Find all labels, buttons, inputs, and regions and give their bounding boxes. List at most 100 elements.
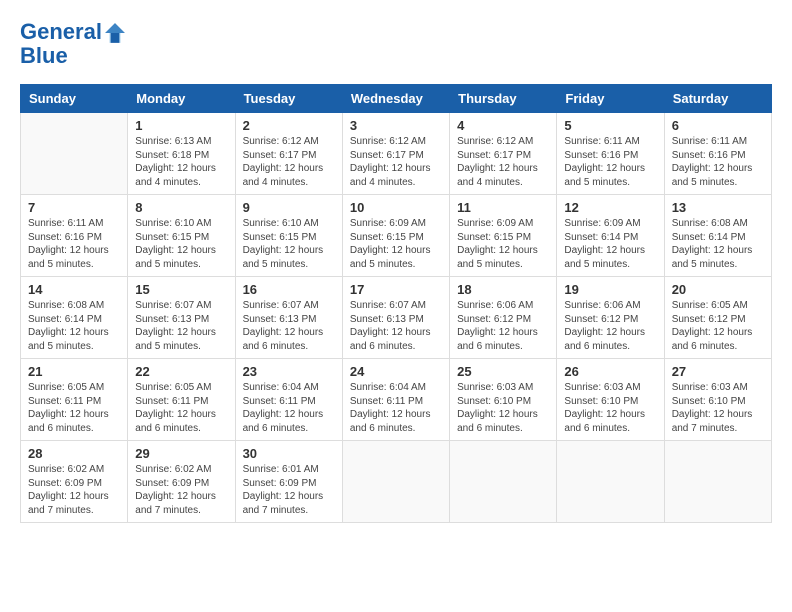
calendar-cell: 3 Sunrise: 6:12 AM Sunset: 6:17 PM Daylig…: [342, 113, 449, 195]
day-info: Sunrise: 6:05 AM Sunset: 6:11 PM Dayligh…: [135, 381, 227, 435]
day-number: 30: [243, 446, 335, 461]
day-info: Sunrise: 6:02 AM Sunset: 6:09 PM Dayligh…: [28, 463, 120, 517]
calendar-week-3: 14 Sunrise: 6:08 AM Sunset: 6:14 PM Dayli…: [21, 277, 772, 359]
day-info: Sunrise: 6:01 AM Sunset: 6:09 PM Dayligh…: [243, 463, 335, 517]
day-number: 28: [28, 446, 120, 461]
day-info: Sunrise: 6:09 AM Sunset: 6:15 PM Dayligh…: [350, 217, 442, 271]
day-info: Sunrise: 6:05 AM Sunset: 6:12 PM Dayligh…: [672, 299, 764, 353]
calendar-cell: 7 Sunrise: 6:11 AM Sunset: 6:16 PM Daylig…: [21, 195, 128, 277]
day-info: Sunrise: 6:03 AM Sunset: 6:10 PM Dayligh…: [564, 381, 656, 435]
calendar-cell: [450, 441, 557, 523]
calendar-cell: 26 Sunrise: 6:03 AM Sunset: 6:10 PM Dayli…: [557, 359, 664, 441]
calendar-cell: [664, 441, 771, 523]
calendar-cell: 9 Sunrise: 6:10 AM Sunset: 6:15 PM Daylig…: [235, 195, 342, 277]
calendar-cell: [557, 441, 664, 523]
day-header-sunday: Sunday: [21, 85, 128, 113]
day-number: 10: [350, 200, 442, 215]
calendar-cell: 4 Sunrise: 6:12 AM Sunset: 6:17 PM Daylig…: [450, 113, 557, 195]
calendar-cell: 30 Sunrise: 6:01 AM Sunset: 6:09 PM Dayli…: [235, 441, 342, 523]
calendar-cell: 23 Sunrise: 6:04 AM Sunset: 6:11 PM Dayli…: [235, 359, 342, 441]
day-info: Sunrise: 6:04 AM Sunset: 6:11 PM Dayligh…: [350, 381, 442, 435]
day-number: 16: [243, 282, 335, 297]
day-number: 9: [243, 200, 335, 215]
day-number: 11: [457, 200, 549, 215]
calendar-week-5: 28 Sunrise: 6:02 AM Sunset: 6:09 PM Dayli…: [21, 441, 772, 523]
day-header-saturday: Saturday: [664, 85, 771, 113]
calendar-cell: 19Sunrise: 6:06 AM Sunset: 6:12 PM Dayli…: [557, 277, 664, 359]
day-number: 25: [457, 364, 549, 379]
calendar-cell: 14 Sunrise: 6:08 AM Sunset: 6:14 PM Dayli…: [21, 277, 128, 359]
day-info: Sunrise: 6:10 AM Sunset: 6:15 PM Dayligh…: [135, 217, 227, 271]
day-info: Sunrise: 6:11 AM Sunset: 6:16 PM Dayligh…: [28, 217, 120, 271]
day-info: Sunrise: 6:07 AM Sunset: 6:13 PM Dayligh…: [135, 299, 227, 353]
day-info: Sunrise: 6:07 AM Sunset: 6:13 PM Dayligh…: [350, 299, 442, 353]
calendar-cell: 10 Sunrise: 6:09 AM Sunset: 6:15 PM Dayli…: [342, 195, 449, 277]
calendar-cell: 8 Sunrise: 6:10 AM Sunset: 6:15 PM Daylig…: [128, 195, 235, 277]
day-number: 24: [350, 364, 442, 379]
day-info: Sunrise: 6:10 AM Sunset: 6:15 PM Dayligh…: [243, 217, 335, 271]
calendar-cell: 21 Sunrise: 6:05 AM Sunset: 6:11 PM Dayli…: [21, 359, 128, 441]
logo: GeneralBlue: [20, 20, 126, 68]
day-info: Sunrise: 6:09 AM Sunset: 6:14 PM Dayligh…: [564, 217, 656, 271]
calendar-cell: 16 Sunrise: 6:07 AM Sunset: 6:13 PM Dayli…: [235, 277, 342, 359]
day-number: 4: [457, 118, 549, 133]
day-info: Sunrise: 6:13 AM Sunset: 6:18 PM Dayligh…: [135, 135, 227, 189]
day-info: Sunrise: 6:12 AM Sunset: 6:17 PM Dayligh…: [350, 135, 442, 189]
calendar-cell: 29Sunrise: 6:02 AM Sunset: 6:09 PM Dayli…: [128, 441, 235, 523]
day-number: 27: [672, 364, 764, 379]
calendar-week-4: 21 Sunrise: 6:05 AM Sunset: 6:11 PM Dayli…: [21, 359, 772, 441]
calendar-cell: [342, 441, 449, 523]
day-number: 13: [672, 200, 764, 215]
day-info: Sunrise: 6:11 AM Sunset: 6:16 PM Dayligh…: [672, 135, 764, 189]
calendar-cell: 5 Sunrise: 6:11 AM Sunset: 6:16 PM Daylig…: [557, 113, 664, 195]
calendar-cell: 13 Sunrise: 6:08 AM Sunset: 6:14 PM Dayli…: [664, 195, 771, 277]
day-header-wednesday: Wednesday: [342, 85, 449, 113]
day-info: Sunrise: 6:07 AM Sunset: 6:13 PM Dayligh…: [243, 299, 335, 353]
calendar-week-1: 1 Sunrise: 6:13 AM Sunset: 6:18 PM Daylig…: [21, 113, 772, 195]
calendar-cell: 27 Sunrise: 6:03 AM Sunset: 6:10 PM Dayli…: [664, 359, 771, 441]
day-number: 8: [135, 200, 227, 215]
page-header: GeneralBlue: [20, 20, 772, 68]
calendar-cell: 18Sunrise: 6:06 AM Sunset: 6:12 PM Dayli…: [450, 277, 557, 359]
day-number: 22: [135, 364, 227, 379]
day-info: Sunrise: 6:08 AM Sunset: 6:14 PM Dayligh…: [28, 299, 120, 353]
day-info: Sunrise: 6:04 AM Sunset: 6:11 PM Dayligh…: [243, 381, 335, 435]
calendar-cell: 22 Sunrise: 6:05 AM Sunset: 6:11 PM Dayli…: [128, 359, 235, 441]
day-info: Sunrise: 6:11 AM Sunset: 6:16 PM Dayligh…: [564, 135, 656, 189]
day-header-monday: Monday: [128, 85, 235, 113]
day-number: 6: [672, 118, 764, 133]
day-number: 14: [28, 282, 120, 297]
day-number: 20: [672, 282, 764, 297]
day-info: Sunrise: 6:08 AM Sunset: 6:14 PM Dayligh…: [672, 217, 764, 271]
day-header-thursday: Thursday: [450, 85, 557, 113]
calendar-table: SundayMondayTuesdayWednesdayThursdayFrid…: [20, 84, 772, 523]
day-info: Sunrise: 6:03 AM Sunset: 6:10 PM Dayligh…: [457, 381, 549, 435]
day-number: 7: [28, 200, 120, 215]
day-header-tuesday: Tuesday: [235, 85, 342, 113]
day-number: 21: [28, 364, 120, 379]
day-number: 26: [564, 364, 656, 379]
calendar-body: 1 Sunrise: 6:13 AM Sunset: 6:18 PM Daylig…: [21, 113, 772, 523]
calendar-cell: 11Sunrise: 6:09 AM Sunset: 6:15 PM Dayli…: [450, 195, 557, 277]
day-info: Sunrise: 6:06 AM Sunset: 6:12 PM Dayligh…: [564, 299, 656, 353]
day-info: Sunrise: 6:12 AM Sunset: 6:17 PM Dayligh…: [243, 135, 335, 189]
day-header-friday: Friday: [557, 85, 664, 113]
calendar-week-2: 7 Sunrise: 6:11 AM Sunset: 6:16 PM Daylig…: [21, 195, 772, 277]
day-info: Sunrise: 6:03 AM Sunset: 6:10 PM Dayligh…: [672, 381, 764, 435]
day-info: Sunrise: 6:12 AM Sunset: 6:17 PM Dayligh…: [457, 135, 549, 189]
day-number: 2: [243, 118, 335, 133]
calendar-cell: 28 Sunrise: 6:02 AM Sunset: 6:09 PM Dayli…: [21, 441, 128, 523]
day-number: 5: [564, 118, 656, 133]
day-number: 23: [243, 364, 335, 379]
day-number: 1: [135, 118, 227, 133]
day-number: 3: [350, 118, 442, 133]
day-number: 17: [350, 282, 442, 297]
calendar-cell: 24 Sunrise: 6:04 AM Sunset: 6:11 PM Dayli…: [342, 359, 449, 441]
day-info: Sunrise: 6:05 AM Sunset: 6:11 PM Dayligh…: [28, 381, 120, 435]
calendar-cell: [21, 113, 128, 195]
calendar-cell: 15Sunrise: 6:07 AM Sunset: 6:13 PM Dayli…: [128, 277, 235, 359]
calendar-cell: 2 Sunrise: 6:12 AM Sunset: 6:17 PM Daylig…: [235, 113, 342, 195]
day-number: 29: [135, 446, 227, 461]
calendar-cell: 17 Sunrise: 6:07 AM Sunset: 6:13 PM Dayli…: [342, 277, 449, 359]
calendar-cell: 25 Sunrise: 6:03 AM Sunset: 6:10 PM Dayli…: [450, 359, 557, 441]
